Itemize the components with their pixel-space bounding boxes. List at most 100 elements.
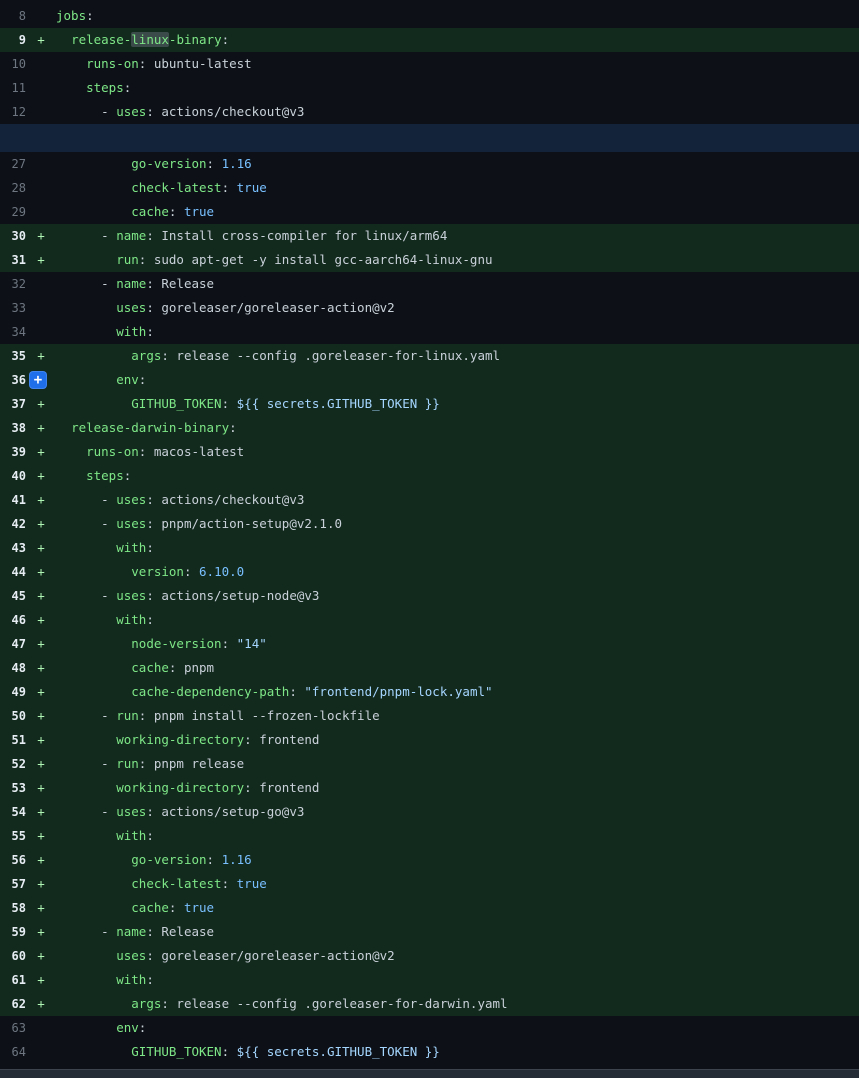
line-number[interactable]: 39 [0, 440, 26, 464]
line-number[interactable]: 34 [0, 320, 26, 344]
line-number[interactable]: 10 [0, 52, 26, 76]
line-number[interactable]: 12 [0, 100, 26, 124]
line-number[interactable]: 61 [0, 968, 26, 992]
line-number[interactable]: 11 [0, 76, 26, 100]
code-token: - [56, 924, 116, 939]
code-token: : [222, 876, 237, 891]
line-number[interactable]: 57 [0, 872, 26, 896]
code-token: true [184, 900, 214, 915]
code-token [56, 852, 131, 867]
code-content: - uses: actions/setup-node@v3 [56, 584, 859, 608]
line-number[interactable]: 51 [0, 728, 26, 752]
yaml-key-token: steps [86, 80, 124, 95]
diff-line: 62 + args: release --config .goreleaser-… [0, 992, 859, 1016]
line-number[interactable]: 29 [0, 200, 26, 224]
yaml-key-token: cache-dependency-path [131, 684, 289, 699]
diff-line: 60 + uses: goreleaser/goreleaser-action@… [0, 944, 859, 968]
diff-line: 35 + args: release --config .goreleaser-… [0, 344, 859, 368]
line-number[interactable]: 42 [0, 512, 26, 536]
expand-hunk-row[interactable] [0, 124, 859, 152]
line-number[interactable]: 45 [0, 584, 26, 608]
line-number[interactable]: 44 [0, 560, 26, 584]
diff-sign: + [26, 656, 56, 680]
diff-line: 38 + release-darwin-binary: [0, 416, 859, 440]
diff-view: 8 jobs: 9 + release-linux-binary: 10 run… [0, 0, 859, 1078]
yaml-key-token: runs-on [86, 444, 139, 459]
yaml-key-token: with [116, 540, 146, 555]
code-token: : [124, 80, 132, 95]
line-number[interactable]: 62 [0, 992, 26, 1016]
line-number[interactable]: 56 [0, 848, 26, 872]
line-number[interactable]: 48 [0, 656, 26, 680]
line-number[interactable]: 32 [0, 272, 26, 296]
code-token: : sudo apt-get -y install gcc-aarch64-li… [139, 252, 493, 267]
line-number[interactable]: 49 [0, 680, 26, 704]
code-token: - [56, 276, 116, 291]
line-number[interactable]: 40 [0, 464, 26, 488]
diff-line: 39 + runs-on: macos-latest [0, 440, 859, 464]
line-number[interactable]: 60 [0, 944, 26, 968]
line-number[interactable]: 43 [0, 536, 26, 560]
yaml-key-token: working-directory [116, 732, 244, 747]
code-token [56, 660, 131, 675]
code-token: 1.16 [222, 852, 252, 867]
code-token [56, 372, 116, 387]
code-content: version: 6.10.0 [56, 560, 859, 584]
line-number[interactable]: 28 [0, 176, 26, 200]
yaml-key-token: name [116, 276, 146, 291]
line-number[interactable]: 52 [0, 752, 26, 776]
diff-line: 64 GITHUB_TOKEN: ${{ secrets.GITHUB_TOKE… [0, 1040, 859, 1064]
code-token [56, 540, 116, 555]
code-token: : [146, 612, 154, 627]
line-number[interactable]: 41 [0, 488, 26, 512]
code-token: : [207, 156, 222, 171]
diff-line: 59 + - name: Release [0, 920, 859, 944]
line-number[interactable]: 37 [0, 392, 26, 416]
line-number[interactable]: 58 [0, 896, 26, 920]
line-number[interactable]: 55 [0, 824, 26, 848]
code-token [56, 564, 131, 579]
code-token [56, 32, 71, 47]
line-number[interactable]: 63 [0, 1016, 26, 1040]
code-token [56, 156, 131, 171]
line-number[interactable]: 27 [0, 152, 26, 176]
code-content: - uses: actions/setup-go@v3 [56, 800, 859, 824]
line-number[interactable]: 30 [0, 224, 26, 248]
code-token: : [146, 972, 154, 987]
code-token [56, 780, 116, 795]
code-token: : [139, 372, 147, 387]
diff-sign [26, 272, 56, 296]
code-token [56, 324, 116, 339]
line-number[interactable]: 47 [0, 632, 26, 656]
code-token: : release --config .goreleaser-for-linux… [161, 348, 500, 363]
code-token [56, 80, 86, 95]
line-number[interactable]: 38 [0, 416, 26, 440]
line-number[interactable]: 8 [0, 4, 26, 28]
line-number[interactable]: 64 [0, 1040, 26, 1064]
line-number[interactable]: 53 [0, 776, 26, 800]
line-number[interactable]: 50 [0, 704, 26, 728]
code-content: steps: [56, 464, 859, 488]
diff-line: 44 + version: 6.10.0 [0, 560, 859, 584]
yaml-key-token: run [116, 708, 139, 723]
yaml-key-token: GITHUB_TOKEN [131, 396, 221, 411]
yaml-key-token: run [116, 756, 139, 771]
diff-line: 30 + - name: Install cross-compiler for … [0, 224, 859, 248]
line-number[interactable]: 54 [0, 800, 26, 824]
line-number[interactable]: 36 [0, 368, 26, 392]
code-token: : ubuntu-latest [139, 56, 252, 71]
line-number[interactable]: 59 [0, 920, 26, 944]
diff-line: 28 check-latest: true [0, 176, 859, 200]
line-number[interactable]: 9 [0, 28, 26, 52]
code-token: : [222, 396, 237, 411]
line-number[interactable]: 31 [0, 248, 26, 272]
line-number[interactable]: 33 [0, 296, 26, 320]
yaml-key-token: release-darwin-binary [71, 420, 229, 435]
line-number[interactable]: 35 [0, 344, 26, 368]
diff-line: 34 with: [0, 320, 859, 344]
line-number[interactable]: 46 [0, 608, 26, 632]
diff-sign: + [26, 920, 56, 944]
code-token [56, 252, 116, 267]
add-comment-button[interactable]: + [29, 371, 47, 389]
diff-sign: + [26, 992, 56, 1016]
